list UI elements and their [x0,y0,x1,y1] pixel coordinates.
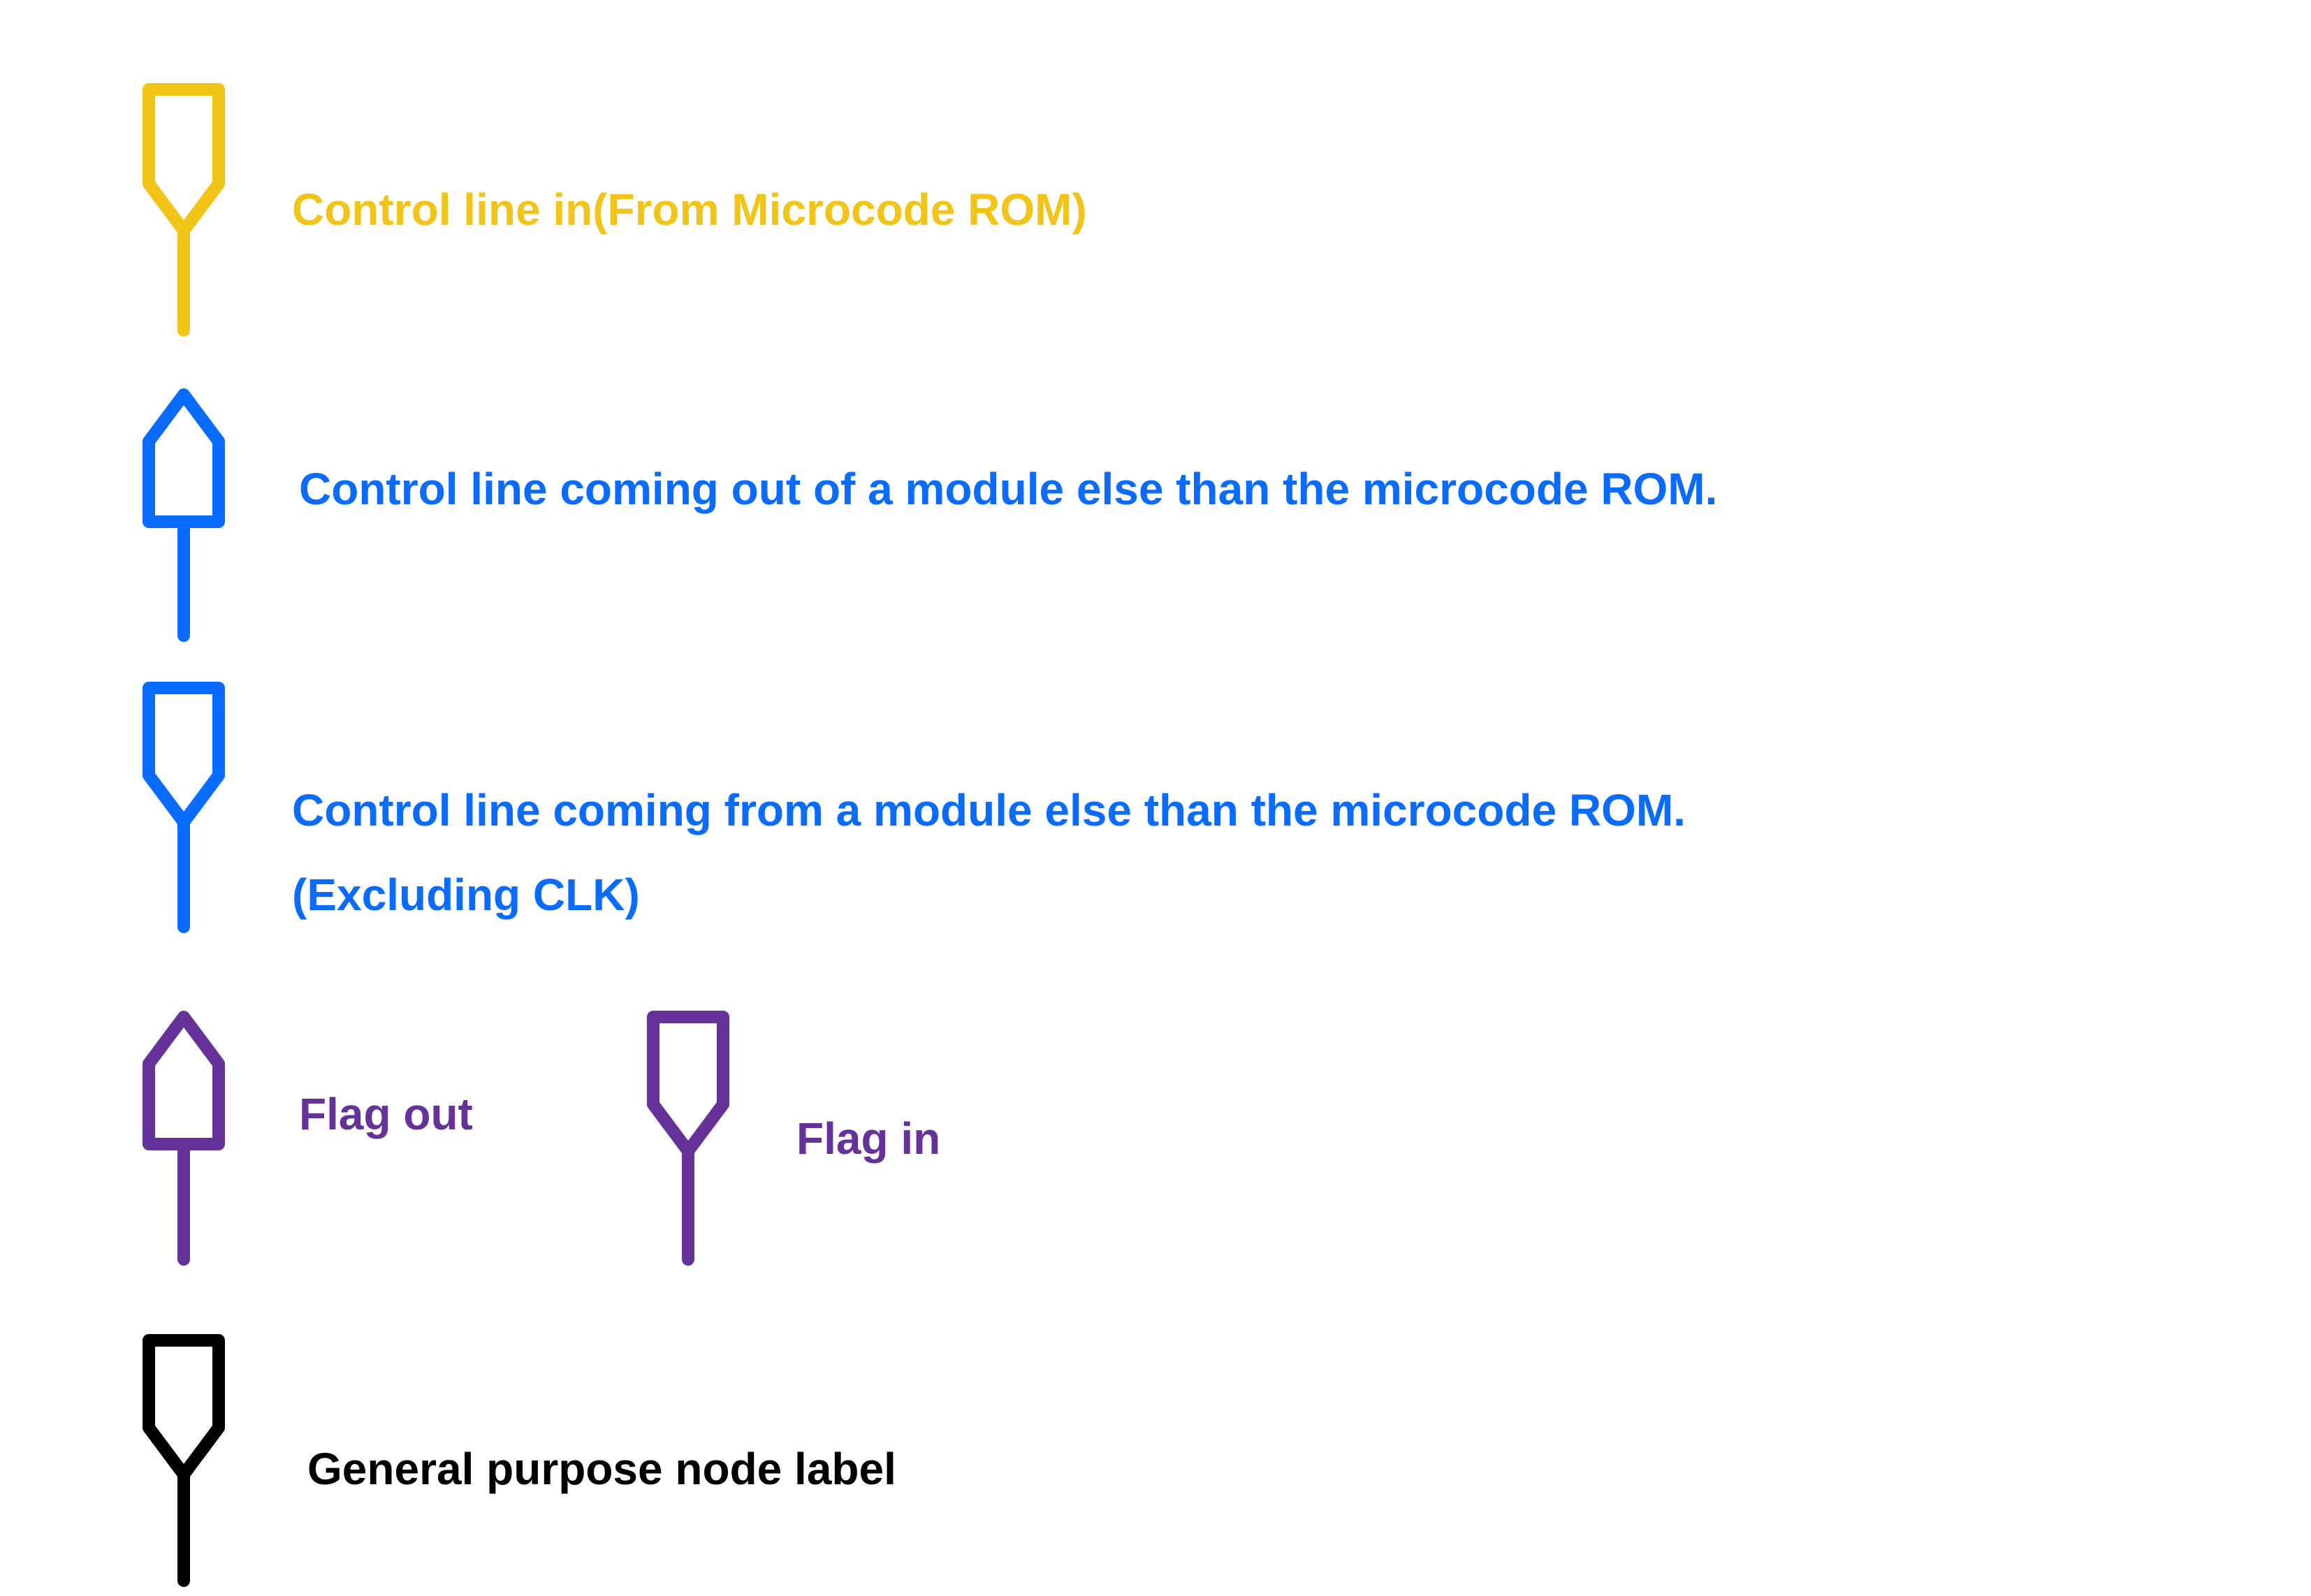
module-in-label-line1: Control line coming from a module else t… [292,785,1686,835]
flag-out-icon [143,1011,225,1266]
module-in-icon-head [143,682,225,828]
module-out-label: Control line coming out of a module else… [299,464,1718,514]
general-node-icon [143,1334,225,1587]
general-node-icon-head [143,1334,225,1481]
microcode-in-icon-head [143,83,225,237]
general-node-label: General purpose node label [307,1444,896,1494]
module-out-icon [143,388,225,642]
flag-in-icon-head [647,1011,729,1157]
node-label-legend: Control line in(From Microcode ROM) Cont… [0,0,2311,1596]
flag-out-icon-head [143,1011,225,1150]
module-out-icon-head [143,388,225,528]
microcode-in-icon [143,83,225,337]
microcode-in-label: Control line in(From Microcode ROM) [292,184,1087,235]
module-in-icon [143,682,225,933]
flag-out-label: Flag out [299,1089,473,1139]
flag-in-icon [647,1011,729,1266]
module-in-label-line2: (Excluding CLK) [292,870,640,920]
flag-in-label: Flag in [796,1113,941,1164]
